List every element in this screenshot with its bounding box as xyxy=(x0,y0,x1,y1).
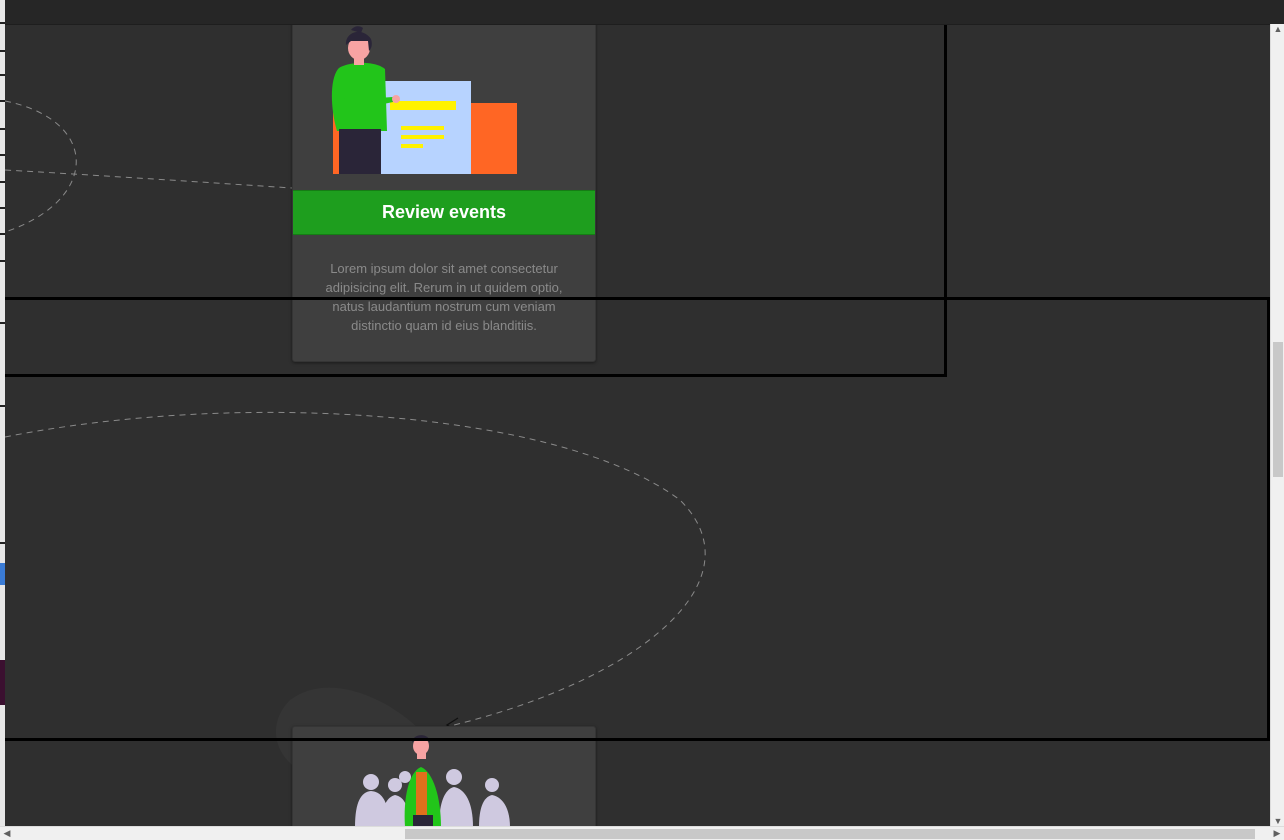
scroll-down-arrow-icon[interactable]: ▼ xyxy=(1271,816,1284,826)
left-panel-blue-marker xyxy=(0,563,5,585)
person-presenting-document-illustration xyxy=(331,26,517,174)
window-top-bar xyxy=(0,0,1284,25)
scroll-left-arrow-icon[interactable]: ◀ xyxy=(0,828,14,839)
team-card[interactable] xyxy=(292,726,596,840)
review-events-card[interactable]: Review events Lorem ipsum dolor sit amet… xyxy=(292,10,596,362)
card-title: Review events xyxy=(293,190,595,235)
vertical-scrollbar[interactable]: ▲ ▼ xyxy=(1270,24,1284,826)
page-canvas: Review events Lorem ipsum dolor sit amet… xyxy=(0,0,1284,840)
horizontal-scrollbar[interactable]: ◀ ▶ xyxy=(0,826,1284,840)
vertical-scroll-thumb[interactable] xyxy=(1273,342,1283,477)
card-description: Lorem ipsum dolor sit amet consectetur a… xyxy=(325,261,563,333)
left-panel-edge xyxy=(0,0,5,826)
scroll-right-arrow-icon[interactable]: ▶ xyxy=(1270,828,1284,839)
dashed-connector-lines xyxy=(4,100,706,733)
horizontal-scroll-thumb[interactable] xyxy=(405,829,1255,839)
scroll-up-arrow-icon[interactable]: ▲ xyxy=(1271,24,1284,34)
left-panel-maroon-marker xyxy=(0,660,5,705)
team-group-illustration xyxy=(355,735,510,829)
